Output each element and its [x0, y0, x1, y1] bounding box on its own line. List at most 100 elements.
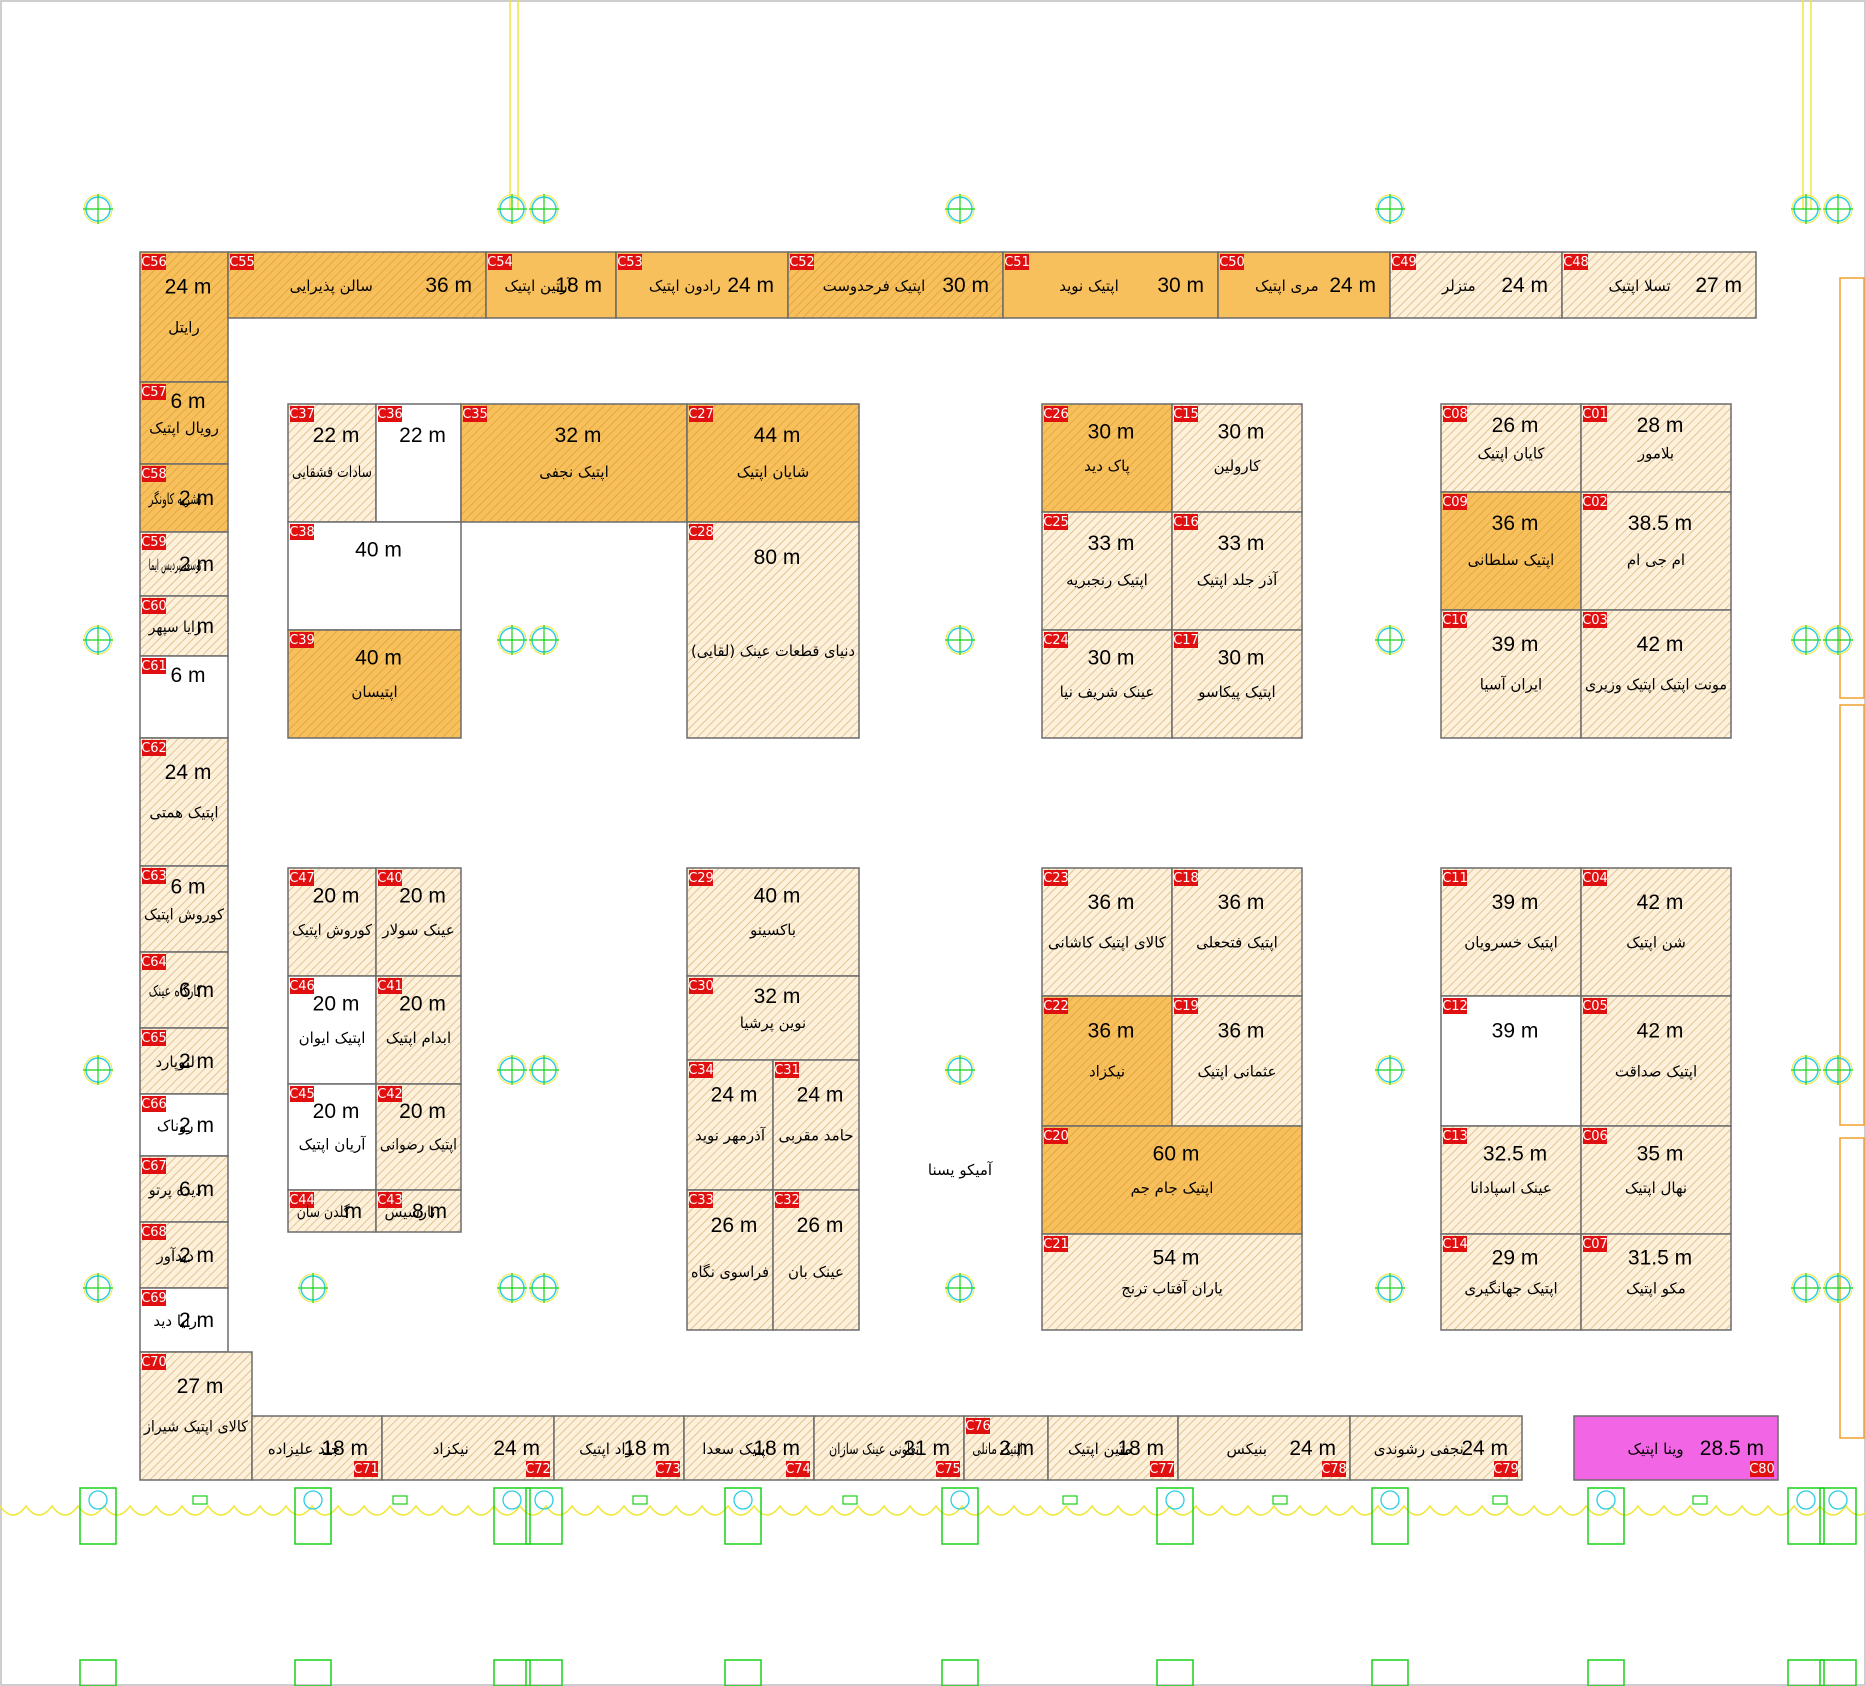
booth-c30[interactable]: C30 32 m نوین پرشیا: [686, 975, 860, 1061]
booth-c16[interactable]: C16 33 m آذر جلد اپتیک: [1171, 511, 1303, 631]
booth-c65[interactable]: C652 mلئوپارد: [139, 1027, 229, 1095]
booth-area: 28 m: [1637, 414, 1684, 437]
booth-c12[interactable]: C12 39 m: [1440, 995, 1582, 1127]
booth-c55[interactable]: C55 36 m سالن پذیرایی: [227, 251, 487, 319]
booth-name: پاک دید: [1084, 457, 1130, 476]
booth-c36[interactable]: C36 22 m: [375, 403, 462, 523]
booth-c10[interactable]: C10 39 m ایران آسیا: [1440, 609, 1582, 739]
booth-name: کالای اپتیک شیراز: [143, 1417, 249, 1436]
booth-area: 24 m: [493, 1437, 540, 1460]
booth-c20[interactable]: C20 60 m اپتیک جام جم: [1041, 1125, 1303, 1235]
booth-c03[interactable]: C03 42 m مونت اپتیک اپتیک وزیری: [1580, 609, 1732, 739]
booth-code: C10: [1442, 613, 1468, 628]
booth-code: C77: [1149, 1462, 1175, 1477]
booth-c32[interactable]: C32 26 m عینک بان: [772, 1189, 860, 1331]
booth-c61[interactable]: C61 6 m: [139, 655, 229, 739]
booth-c59[interactable]: C592 mتوسعه پردیس ایما: [139, 531, 229, 597]
booth-name: بلامور: [1637, 445, 1674, 463]
booth-c15[interactable]: C15 30 m کارولین: [1171, 403, 1303, 513]
booth-code: C19: [1173, 999, 1199, 1014]
booth-c75[interactable]: C7521 mتعاونی عینک سازان: [813, 1415, 965, 1481]
booth-c24[interactable]: C24 30 m عینک شریف نیا: [1041, 629, 1173, 739]
booth-c76[interactable]: C762 mاپتیک مانلی: [963, 1415, 1049, 1481]
booth-c70[interactable]: C70 27 m کالای اپتیک شیراز: [139, 1351, 253, 1481]
booth-c64[interactable]: C646 mکارگاه عینک: [139, 951, 229, 1029]
booth-c47[interactable]: C4720 m کوروش اپتیک: [287, 867, 377, 977]
booth-c28[interactable]: C28 80 m دنیای قطعات عینک (لقایی): [686, 521, 860, 739]
booth-c66[interactable]: C662 mروناک: [139, 1093, 229, 1157]
booth-c45[interactable]: C4520 m آریان اپتیک: [287, 1083, 377, 1191]
booth-c73[interactable]: C7318 mراد اپتیک: [553, 1415, 685, 1481]
booth-code: C76: [965, 1419, 991, 1434]
booth-code: C74: [785, 1462, 811, 1477]
booth-c42[interactable]: C4220 mاپتیک رضوانی: [375, 1083, 462, 1191]
booth-c52[interactable]: C52 30 m اپتیک فرحدوست: [787, 251, 1004, 319]
booth-c27[interactable]: C27 44 m شایان اپتیک: [686, 403, 860, 523]
booth-code: C33: [688, 1193, 714, 1208]
booth-area: 39 m: [1492, 633, 1539, 656]
booth-c49[interactable]: C49 24 m متزلر: [1389, 251, 1563, 319]
booth-c43[interactable]: C43 8 mنارسیس: [375, 1189, 462, 1233]
booth-c71[interactable]: C7118 mجلد علیزاده: [251, 1415, 383, 1481]
booth-c17[interactable]: C17 30 m اپتیک پیکاسو: [1171, 629, 1303, 739]
booth-c50[interactable]: C50 24 m مری اپتیک: [1217, 251, 1391, 319]
booth-c02[interactable]: C02 38.5 m ام جی ام: [1580, 491, 1732, 611]
booth-code: C72: [525, 1462, 551, 1477]
booth-c44[interactable]: C44 mگلدن سان: [287, 1189, 377, 1233]
booth-c18[interactable]: C18 36 m اپتیک فتحعلی: [1171, 867, 1303, 997]
booth-area: 30 m: [1088, 421, 1135, 444]
booth-name: آریان اپتیک: [299, 1136, 367, 1155]
booth-c58[interactable]: C582 mنشریه کاونگر: [139, 463, 229, 533]
booth-c54[interactable]: C5418 mآرتین اپتیک: [485, 251, 617, 319]
booth-c57[interactable]: C57 6 m رویال اپتیک: [139, 381, 229, 465]
booth-c35[interactable]: C35 32 m اپتیک نجفی: [460, 403, 688, 523]
booth-c33[interactable]: C33 26 m فراسوی نگاه: [686, 1189, 774, 1331]
booth-c06[interactable]: C06 35 m نهال اپتیک: [1580, 1125, 1732, 1235]
booth-c04[interactable]: C04 42 m شن اپتیک: [1580, 867, 1732, 997]
booth-c23[interactable]: C23 36 m کالای اپتیک کاشانی: [1041, 867, 1173, 997]
booth-c53[interactable]: C53 24 m رادون اپتیک: [615, 251, 789, 319]
booth-name: دیدآور: [156, 1247, 194, 1265]
booth-c62[interactable]: C62 24 m اپتیک همتی: [139, 737, 229, 867]
booth-c78[interactable]: C78 24 m بنیکس: [1177, 1415, 1351, 1481]
booth-c74[interactable]: C7418 mاپتیک سعدا: [683, 1415, 815, 1481]
booth-c80[interactable]: C80 28.5 m وینا اپتیک: [1573, 1415, 1779, 1481]
booth-area: 26 m: [1492, 414, 1539, 437]
booth-c60[interactable]: C60mرایا سپهر: [139, 595, 229, 657]
booth-c26[interactable]: C26 30 m پاک دید: [1041, 403, 1173, 513]
booth-c31[interactable]: C31 24 m حامد مقربی: [772, 1059, 860, 1191]
booth-name: نیکزاد: [433, 1440, 469, 1458]
booth-c67[interactable]: C676 mدیده پرتو: [139, 1155, 229, 1223]
booth-c68[interactable]: C682 mدیدآور: [139, 1221, 229, 1289]
booth-c14[interactable]: C14 29 m اپتیک جهانگیری: [1440, 1233, 1582, 1331]
booth-c39[interactable]: C39 40 m اپتیسان: [287, 629, 462, 739]
booth-c29[interactable]: C29 40 m باکسینو: [686, 867, 860, 977]
booth-c22[interactable]: C22 36 m نیکزاد: [1041, 995, 1173, 1127]
booth-c38[interactable]: C38 40 m: [287, 521, 462, 631]
booth-c40[interactable]: C4020 mعینک سولار: [375, 867, 462, 977]
booth-c41[interactable]: C4120 mابدام اپتیک: [375, 975, 462, 1085]
booth-c09[interactable]: C09 36 m اپتیک سلطانی: [1440, 491, 1582, 611]
booth-c25[interactable]: C25 33 m اپتیک رنجبریه: [1041, 511, 1173, 631]
booth-c34[interactable]: C34 24 m آذرمهر نوید: [686, 1059, 774, 1191]
booth-c37[interactable]: C37 22 m سادات قشقایی: [287, 403, 377, 523]
booth-c79[interactable]: C79 24 mنجفی رشوندی: [1349, 1415, 1523, 1481]
booth-c13[interactable]: C13 32.5 m عینک اسپادانا: [1440, 1125, 1582, 1235]
booth-c05[interactable]: C05 42 m اپتیک صداقت: [1580, 995, 1732, 1127]
booth-area: 24 m: [1329, 274, 1376, 297]
booth-c51[interactable]: C51 30 m اپتیک نوید: [1002, 251, 1219, 319]
booth-c72[interactable]: C72 24 m نیکزاد: [381, 1415, 555, 1481]
booth-c77[interactable]: C7718 mمتین اپتیک: [1047, 1415, 1179, 1481]
booth-c63[interactable]: C63 6 m کوروش اپتیک: [139, 865, 229, 953]
booth-c07[interactable]: C07 31.5 m مکو اپتیک: [1580, 1233, 1732, 1331]
booth-c19[interactable]: C19 36 m عثمانی اپتیک: [1171, 995, 1303, 1127]
booth-name: اپتیک همتی: [149, 803, 218, 822]
booth-c48[interactable]: C48 27 m تسلا اپتیک: [1561, 251, 1757, 319]
booth-c11[interactable]: C11 39 m اپتیک خسرویان: [1440, 867, 1582, 997]
booth-c21[interactable]: C21 54 m یاران آفتاب ترنج: [1041, 1233, 1303, 1331]
booth-c69[interactable]: C692 mرایا دید: [139, 1287, 229, 1353]
booth-c56[interactable]: C56 24 m رایتل: [139, 251, 229, 383]
booth-c46[interactable]: C4620 m اپتیک ایوان: [287, 975, 377, 1085]
booth-c08[interactable]: C08 26 m کایان اپتیک: [1440, 403, 1582, 493]
booth-c01[interactable]: C01 28 m بلامور: [1580, 403, 1732, 493]
